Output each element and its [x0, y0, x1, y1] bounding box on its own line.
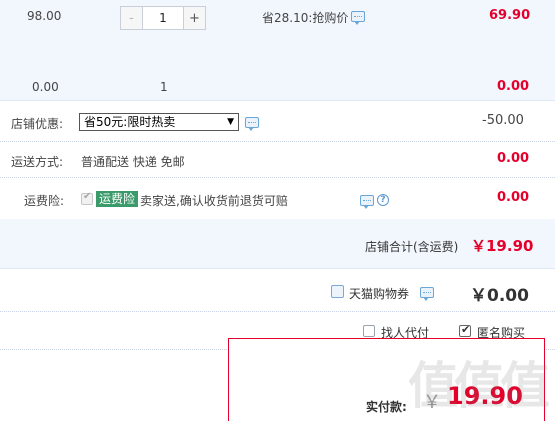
- shop-discount-select[interactable]: 省50元:限时热卖 ▼: [79, 113, 239, 131]
- shipping-label: 运送方式:: [11, 155, 64, 169]
- item-subtotal: 69.90: [489, 8, 531, 23]
- watermark-logo: 值值值: [408, 356, 550, 415]
- summary-price: 0.00: [32, 80, 59, 94]
- anonymous-purchase-checkbox[interactable]: [459, 323, 471, 337]
- shipping-insurance-description: 卖家送,确认收货前退货可赔: [140, 194, 288, 208]
- divider: [0, 177, 555, 178]
- quantity-increase-button[interactable]: +: [183, 7, 205, 29]
- item-promo-text: 省28.10:抢购价: [262, 11, 349, 25]
- divider: [0, 100, 555, 101]
- coupon-label: 天猫购物券: [349, 287, 410, 301]
- shipping-insurance-checkbox[interactable]: [81, 191, 93, 205]
- quantity-stepper[interactable]: - 1 +: [120, 6, 206, 30]
- dropdown-arrow-icon: ▼: [227, 117, 234, 127]
- shipping-insurance-tag: 运费险: [96, 191, 139, 207]
- shop-discount-amount: -50.00: [482, 113, 524, 128]
- message-icon[interactable]: [360, 195, 374, 209]
- message-icon[interactable]: [245, 117, 259, 131]
- shipping-method: 普通配送 快递 免邮: [81, 155, 185, 169]
- proxy-pay-checkbox[interactable]: [363, 325, 375, 337]
- shop-discount-selected: 省50元:限时热卖: [84, 115, 176, 129]
- message-icon[interactable]: [420, 287, 434, 301]
- payment-label: 实付款:: [366, 400, 407, 414]
- message-icon[interactable]: [351, 11, 365, 25]
- divider: [0, 268, 555, 269]
- help-icon[interactable]: ?: [377, 194, 389, 206]
- divider: [0, 311, 555, 312]
- coupon-checkbox[interactable]: [331, 285, 344, 298]
- quantity-input[interactable]: 1: [143, 7, 183, 29]
- shop-total-label: 店铺合计(含运费): [365, 240, 459, 254]
- shop-discount-label: 店铺优惠:: [11, 117, 64, 131]
- shop-total-amount: ￥19.90: [471, 237, 534, 255]
- summary-quantity: 1: [160, 80, 168, 94]
- summary-total: 0.00: [497, 79, 530, 94]
- divider: [0, 141, 555, 142]
- item-unit-price: 98.00: [27, 9, 62, 23]
- shipping-amount: 0.00: [497, 151, 530, 166]
- shipping-insurance-amount: 0.00: [497, 190, 530, 205]
- coupon-amount: ￥0.00: [470, 286, 529, 306]
- quantity-decrease-button[interactable]: -: [121, 7, 143, 29]
- shipping-insurance-label: 运费险:: [24, 194, 65, 208]
